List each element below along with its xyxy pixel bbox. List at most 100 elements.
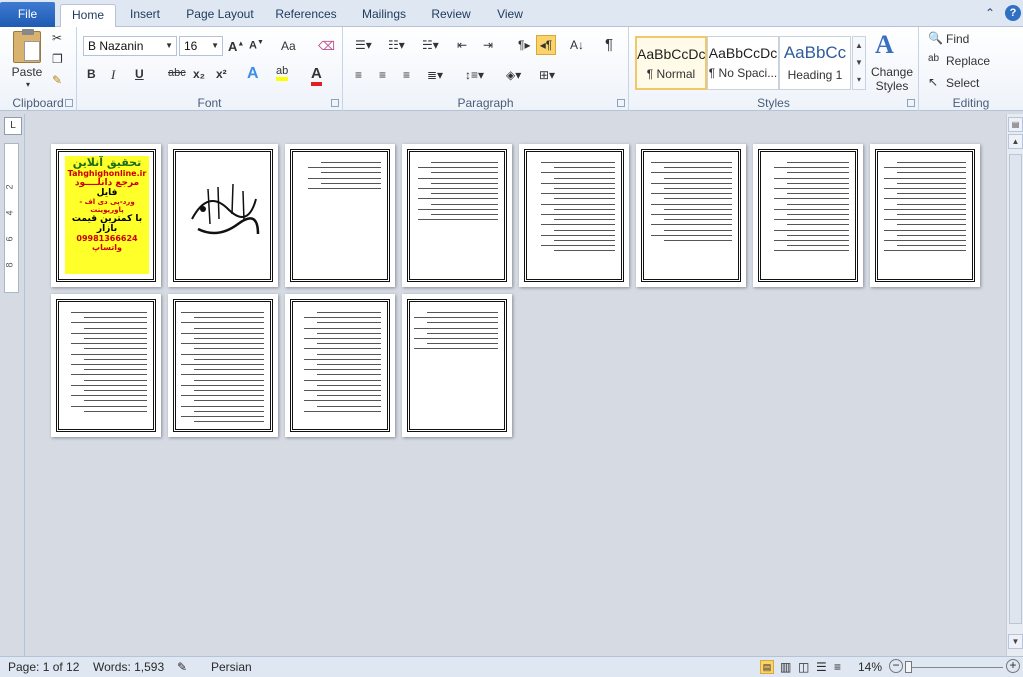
find-button[interactable]: Find [946,32,969,46]
page-thumbnail[interactable] [168,144,278,287]
font-size-box[interactable]: 16 ▼ [179,36,223,56]
page-count[interactable]: Page: 1 of 12 [8,660,79,674]
format-painter-icon[interactable]: ✎ [52,73,62,87]
bullets-icon[interactable]: ☰▾ [355,38,372,52]
text-line [427,312,498,313]
select-button[interactable]: Select [946,76,979,90]
styles-scroll[interactable]: ▲ ▼ ▾ [852,36,866,90]
page-thumbnail[interactable] [870,144,980,287]
page-thumbnail[interactable] [285,294,395,437]
ruler-toggle-icon[interactable]: ▤ [1008,117,1023,132]
paste-icon[interactable] [13,29,41,63]
change-styles-button[interactable]: Change Styles [869,65,915,93]
zoom-out-icon[interactable]: − [889,659,903,673]
document-workspace[interactable]: تحقیق آنلاین Tahghighonline.ir مرجع دانل… [24,114,1006,656]
tab-insert[interactable]: Insert [122,4,168,27]
font-color-icon[interactable]: A [311,65,322,86]
subscript-button[interactable]: x₂ [193,67,205,81]
page-thumbnail[interactable] [285,144,395,287]
language-indicator[interactable]: Persian [211,660,252,674]
tab-view[interactable]: View [490,4,530,27]
tab-mailings[interactable]: Mailings [355,4,413,27]
outline-view-icon[interactable]: ☰ [816,660,827,674]
clipboard-launcher-icon[interactable] [65,99,73,107]
style-normal[interactable]: AaBbCcDc ¶ Normal [635,36,707,90]
underline-button[interactable]: U [135,67,144,81]
zoom-slider-thumb[interactable] [905,661,912,673]
bold-button[interactable]: B [87,67,96,81]
page-thumbnail[interactable]: تحقیق آنلاین Tahghighonline.ir مرجع دانل… [51,144,161,287]
copy-icon[interactable]: ❐ [52,52,63,66]
font-name-box[interactable]: B Nazanin ▼ [83,36,177,56]
sort-icon[interactable]: A↓ [570,38,584,52]
zoom-slider[interactable] [905,667,1003,668]
paragraph-launcher-icon[interactable] [617,99,625,107]
page-thumbnail[interactable] [636,144,746,287]
web-layout-icon[interactable]: ◫ [798,660,809,674]
highlight-icon[interactable]: ab [276,65,289,81]
font-launcher-icon[interactable] [331,99,339,107]
page-thumbnail[interactable] [519,144,629,287]
line-spacing-icon[interactable]: ↕≡▾ [465,68,484,82]
clear-formatting-icon[interactable]: ⌫ [318,39,335,53]
tab-review[interactable]: Review [425,4,477,27]
show-formatting-button[interactable]: ¶ [605,36,613,53]
styles-launcher-icon[interactable] [907,99,915,107]
tab-home[interactable]: Home [60,4,116,28]
print-layout-view-icon[interactable]: ▤ [760,660,774,674]
ltr-direction-icon[interactable]: ¶▸ [518,38,530,52]
page-thumbnail[interactable] [402,144,512,287]
proofing-icon[interactable]: ✎ [177,660,187,674]
select-icon[interactable]: ↖ [928,75,938,89]
superscript-button[interactable]: x² [216,67,227,81]
change-case-button[interactable]: Aa [281,39,296,53]
page-thumbnail[interactable] [168,294,278,437]
style-no-spacing[interactable]: AaBbCcDc ¶ No Spaci... [707,36,779,90]
tab-file[interactable]: File [0,2,55,27]
page-thumbnail[interactable] [402,294,512,437]
shrink-font-icon[interactable]: A▼ [249,39,264,52]
full-screen-reading-icon[interactable]: ▥ [780,660,791,674]
paste-button[interactable]: Paste [6,65,48,79]
word-count[interactable]: Words: 1,593 [93,660,164,674]
page-thumbnail[interactable] [51,294,161,437]
paste-dropdown-icon[interactable]: ▾ [26,80,30,89]
numbering-icon[interactable]: ☷▾ [388,38,405,52]
tab-references[interactable]: References [270,4,342,27]
decrease-indent-icon[interactable]: ⇤ [457,38,467,52]
align-right-icon[interactable]: ≡ [403,68,410,82]
page-thumbnail[interactable] [753,144,863,287]
shading-icon[interactable]: ◈▾ [506,68,521,82]
draft-view-icon[interactable]: ≡ [834,660,841,674]
multilevel-list-icon[interactable]: ☵▾ [422,38,439,52]
grow-font-icon[interactable]: A▲ [228,39,244,54]
replace-button[interactable]: Replace [946,54,990,68]
clipboard-group: Paste ▾ ✂ ❐ ✎ Clipboard [0,27,77,111]
text-line [897,245,966,247]
cut-icon[interactable]: ✂ [52,31,62,45]
style-heading-1[interactable]: AaBbCc Heading 1 [779,36,851,90]
strikethrough-button[interactable]: abc [168,67,186,79]
find-icon[interactable]: 🔍 [928,31,943,45]
scroll-down-icon[interactable]: ▼ [1008,634,1023,649]
tab-page-layout[interactable]: Page Layout [180,4,260,27]
change-styles-icon[interactable]: A [875,30,894,60]
scroll-up-icon[interactable]: ▲ [1008,134,1023,149]
help-icon[interactable]: ? [1005,5,1021,21]
increase-indent-icon[interactable]: ⇥ [483,38,493,52]
scroll-thumb[interactable] [1009,154,1022,624]
align-left-icon[interactable]: ≡ [355,68,362,82]
borders-icon[interactable]: ⊞▾ [539,68,555,82]
text-effects-icon[interactable]: A [247,65,259,83]
rtl-direction-icon[interactable]: ◂¶ [536,35,556,55]
align-center-icon[interactable]: ≡ [379,68,386,82]
italic-button[interactable]: I [111,67,115,83]
replace-icon[interactable]: ab [928,53,939,64]
minimize-ribbon-icon[interactable]: ⌃ [985,6,995,20]
vertical-ruler[interactable]: 2 4 6 8 [4,143,19,293]
zoom-in-icon[interactable]: + [1006,659,1020,673]
justify-icon[interactable]: ≣▾ [427,68,443,82]
tab-selector-button[interactable]: L [4,117,22,135]
zoom-level[interactable]: 14% [858,660,882,674]
vertical-scrollbar[interactable]: ▤ ▲ ▼ [1006,114,1023,656]
